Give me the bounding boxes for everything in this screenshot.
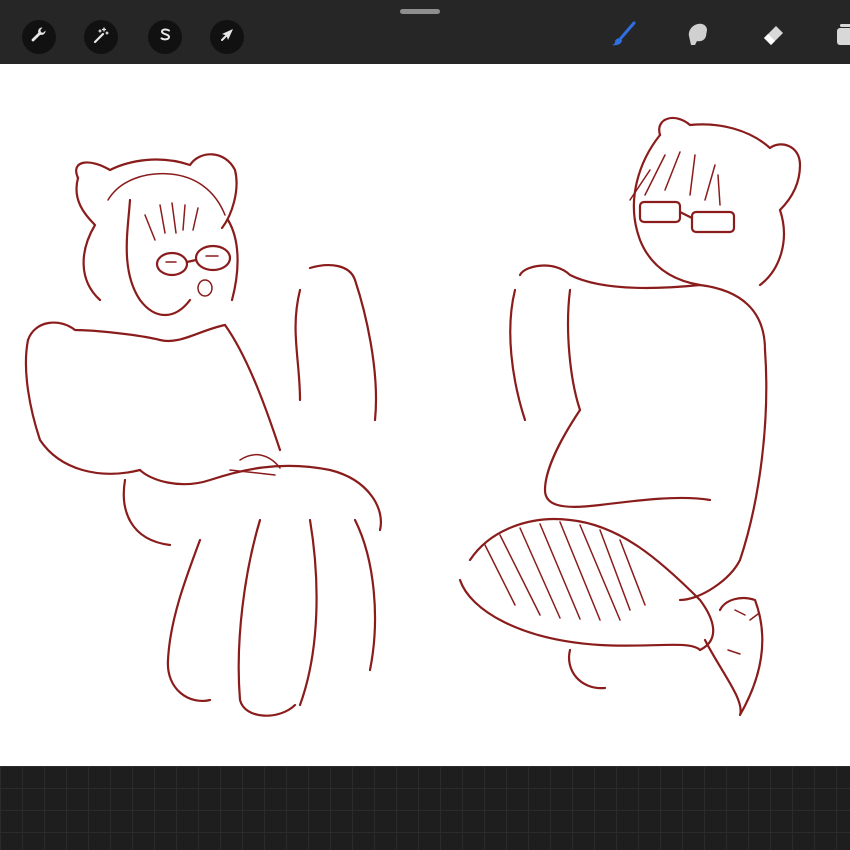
right-figure-sketch	[458, 116, 802, 717]
top-toolbar	[0, 0, 850, 64]
arrow-cursor-icon	[217, 25, 237, 49]
smudge-finger-icon	[683, 19, 713, 53]
sketch-drawing	[24, 116, 802, 717]
smudge-button[interactable]	[682, 20, 714, 52]
adjustments-button[interactable]	[84, 20, 118, 54]
magic-wand-icon	[91, 25, 111, 49]
brush-icon	[609, 19, 639, 53]
layers-icon	[831, 19, 850, 53]
selection-s-icon	[155, 25, 175, 49]
selection-button[interactable]	[148, 20, 182, 54]
layers-button[interactable]	[830, 20, 850, 52]
brush-button[interactable]	[608, 20, 640, 52]
drag-handle[interactable]	[400, 9, 440, 14]
drawing-canvas[interactable]	[0, 64, 850, 766]
eraser-button[interactable]	[758, 20, 790, 52]
canvas-backdrop-grid	[0, 766, 850, 850]
wrench-icon	[29, 25, 49, 49]
transform-button[interactable]	[210, 20, 244, 54]
actions-button[interactable]	[22, 20, 56, 54]
eraser-icon	[759, 19, 789, 53]
left-figure-sketch	[24, 153, 382, 717]
